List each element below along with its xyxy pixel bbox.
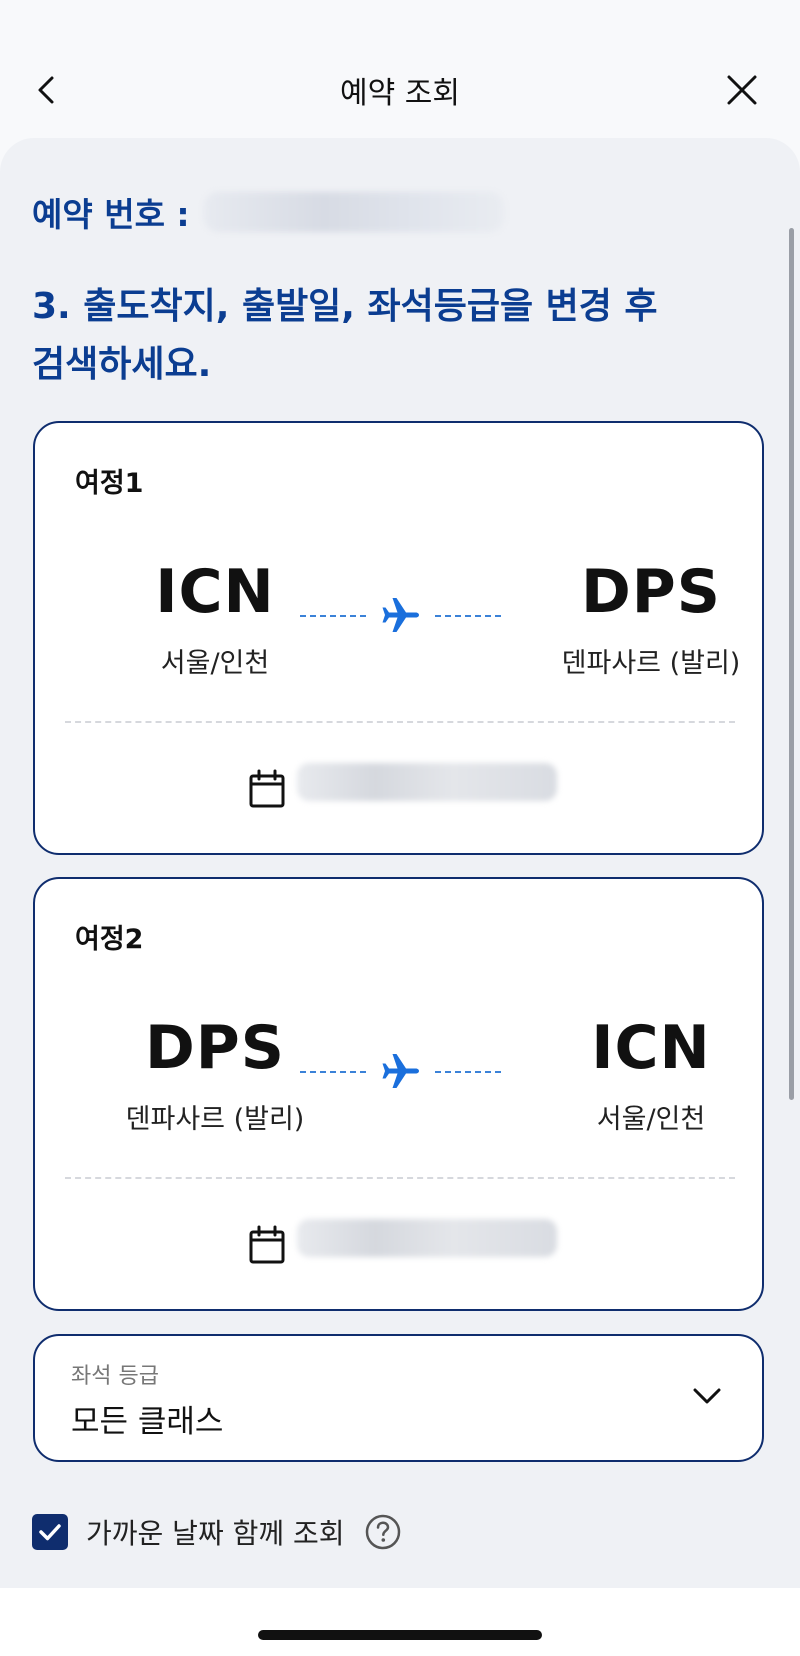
origin-city: 서울/인천 [160,648,270,679]
seat-class-select[interactable]: 좌석 등급 모든 클래스 [33,1334,764,1462]
card-divider [65,1177,735,1179]
nearby-dates-label[interactable]: 가까운 날짜 함께 조회 [86,1512,345,1552]
route-dash-right [435,1071,501,1073]
nearby-dates-checkbox[interactable] [32,1514,68,1550]
departure-date-redacted[interactable] [297,763,557,801]
itinerary-label: 여정1 [75,468,144,499]
destination-code[interactable]: DPS [501,557,800,627]
airplane-icon [382,1054,419,1088]
chevron-down-icon [693,1388,721,1404]
seat-class-label: 좌석 등급 [71,1364,159,1389]
origin-city: 덴파사르 (발리) [125,1104,305,1135]
app-header: 예약 조회 [0,0,800,140]
home-indicator[interactable] [258,1630,542,1640]
calendar-icon[interactable] [249,769,285,809]
booking-number-redacted [203,192,504,232]
route-dash-left [300,615,366,617]
calendar-icon[interactable] [249,1225,285,1265]
destination-city: 덴파사르 (발리) [561,648,741,679]
bottom-safe-area [0,1588,800,1656]
destination-code[interactable]: ICN [501,1013,800,1083]
route-dash-right [435,615,501,617]
help-icon[interactable] [365,1514,401,1550]
itinerary-label: 여정2 [75,924,144,955]
itinerary-card-2[interactable]: 여정2 DPS 덴파사르 (발리) ICN 서울/인천 [33,877,764,1311]
destination-city: 서울/인천 [596,1104,706,1135]
nearby-dates-option: 가까운 날짜 함께 조회 [32,1510,401,1554]
seat-class-value: 모든 클래스 [71,1404,224,1440]
instruction-line-1: 3. 출도착지, 출발일, 좌석등급을 변경 후 [32,286,658,327]
close-icon[interactable] [722,70,762,110]
checkmark-icon [39,1524,61,1541]
departure-date-redacted[interactable] [297,1219,557,1257]
instruction-text: 3. 출도착지, 출발일, 좌석등급을 변경 후 검색하세요. [32,278,732,394]
card-divider [65,721,735,723]
page-title: 예약 조회 [340,76,460,111]
instruction-line-2: 검색하세요. [32,344,212,385]
airplane-icon [382,598,419,632]
route-dash-left [300,1071,366,1073]
booking-number-label: 예약 번호 : [32,195,190,234]
booking-number-row: 예약 번호 : [32,190,504,234]
itinerary-card-1[interactable]: 여정1 ICN 서울/인천 DPS 덴파사르 (발리) [33,421,764,855]
